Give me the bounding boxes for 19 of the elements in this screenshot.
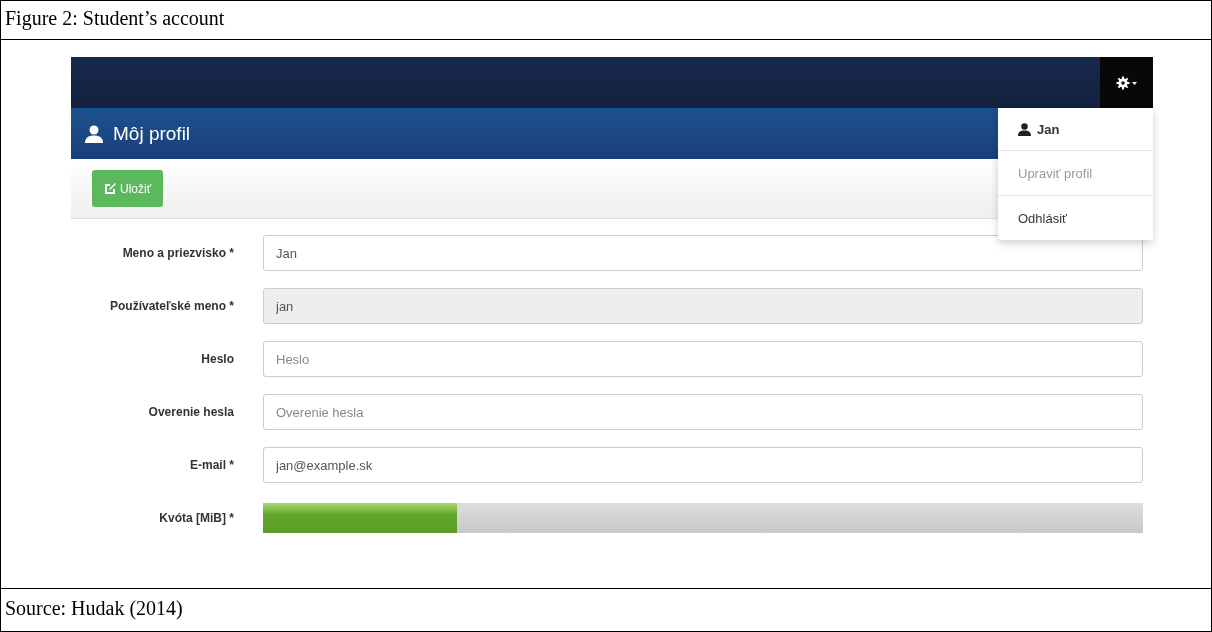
user-icon — [85, 124, 103, 143]
input-field[interactable]: jan@example.sk — [263, 447, 1143, 483]
input-field[interactable]: Overenie hesla — [263, 394, 1143, 430]
settings-button[interactable] — [1100, 57, 1153, 108]
field-label: Overenie hesla — [147, 405, 234, 419]
settings-icon — [1115, 75, 1138, 90]
user-icon — [1018, 122, 1031, 136]
figure-source: Source: Hudak (2014) — [4, 596, 184, 622]
input-field[interactable]: Jan — [263, 235, 1143, 271]
field-label: Používateľské meno * — [109, 299, 234, 313]
user-name: Jan — [1037, 121, 1060, 137]
field-label: E-mail * — [189, 458, 234, 472]
field-label: Meno a priezvisko * — [121, 246, 234, 260]
edit-icon — [104, 182, 116, 195]
input-field[interactable]: Heslo — [263, 341, 1143, 377]
page-title: Môj profil — [113, 122, 191, 145]
figure-caption: Figure 2: Student’s account — [1, 1, 1211, 40]
field-label: Kvóta [MiB] * — [158, 511, 234, 525]
field-label: Heslo — [200, 352, 234, 366]
